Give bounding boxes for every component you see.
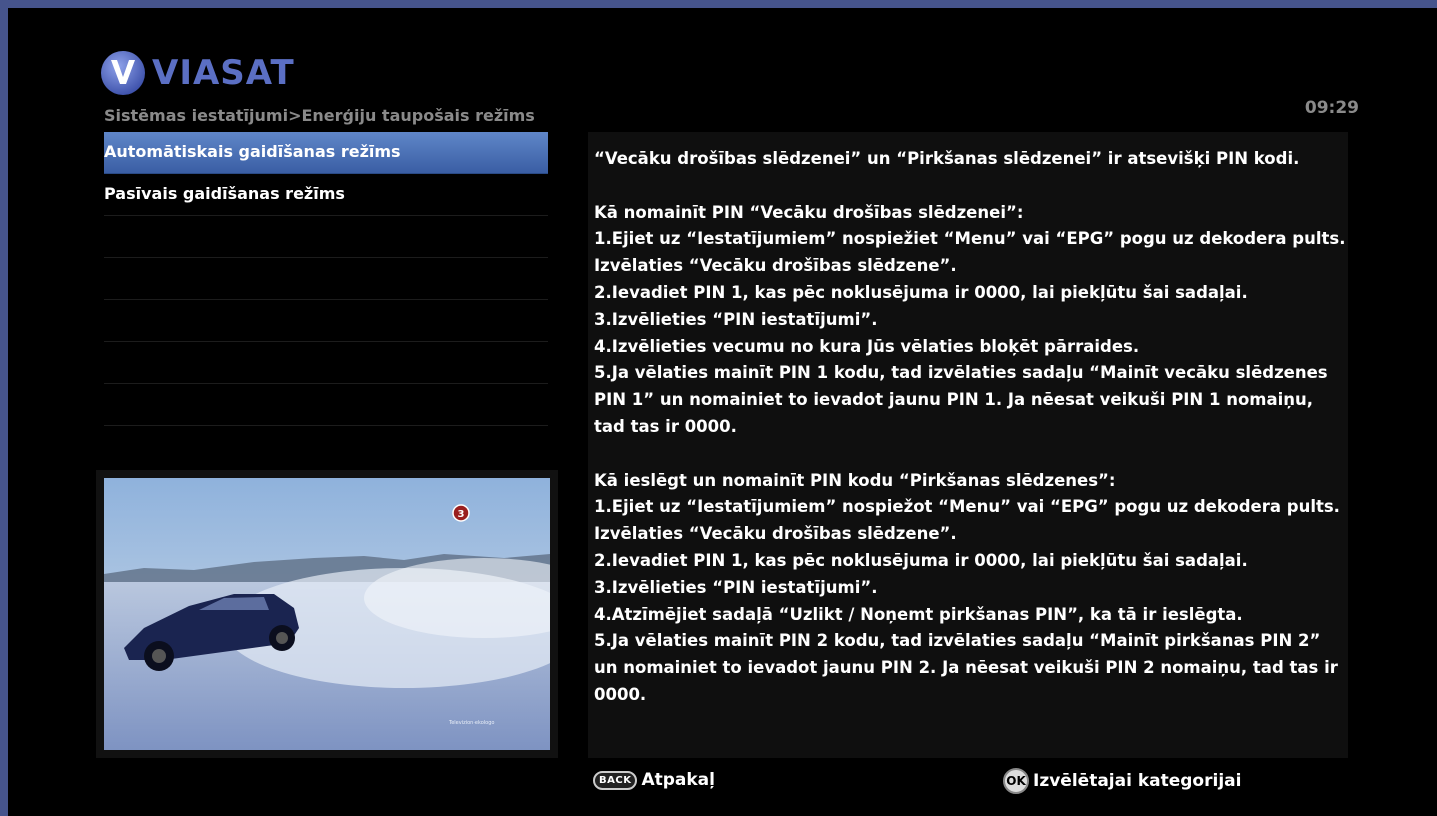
info-intro: “Vecāku drošības slēdzenei” un “Pirkšana… <box>594 149 1300 168</box>
channel-badge: 3 <box>458 509 465 520</box>
preview-watermark: Televizion·ekologo <box>448 720 494 726</box>
breadcrumb: Sistēmas iestatījumi>Enerģiju taupošais … <box>104 106 535 125</box>
menu-item-label: Pasīvais gaidīšanas režīms <box>104 184 345 203</box>
menu-item-passive-standby[interactable]: Pasīvais gaidīšanas režīms <box>104 174 548 216</box>
ok-label: Izvēlētajai kategorijai <box>1033 771 1242 791</box>
menu-item-empty <box>104 384 548 426</box>
video-preview: 3 Televizion·ekologo <box>96 470 558 758</box>
viasat-v-logo-icon <box>101 51 145 95</box>
settings-menu: Automātiskais gaidīšanas režīms Pasīvais… <box>104 132 548 468</box>
back-label: Atpakaļ <box>641 770 715 790</box>
menu-item-label: Automātiskais gaidīšanas režīms <box>104 142 401 161</box>
menu-item-auto-standby[interactable]: Automātiskais gaidīšanas režīms <box>104 132 548 174</box>
info-section-parental-pin: Kā nomainīt PIN “Vecāku drošības slēdzen… <box>594 202 1346 436</box>
ok-button[interactable]: OK Izvēlētajai kategorijai <box>1003 768 1241 794</box>
tv-screen: VIASAT Sistēmas iestatījumi>Enerģiju tau… <box>8 8 1437 816</box>
back-button[interactable]: BACK Atpakaļ <box>593 770 715 790</box>
info-panel: “Vecāku drošības slēdzenei” un “Pirkšana… <box>588 132 1348 758</box>
clock: 09:29 <box>1304 98 1359 118</box>
back-key-icon: BACK <box>593 770 638 790</box>
menu-item-empty <box>104 300 548 342</box>
preview-image: 3 Televizion·ekologo <box>104 478 550 750</box>
menu-item-empty <box>104 216 548 258</box>
ok-key-icon: OK <box>1003 768 1029 794</box>
menu-item-empty <box>104 258 548 300</box>
viasat-logo: VIASAT <box>100 48 295 98</box>
brand-name: VIASAT <box>152 53 295 93</box>
menu-item-empty <box>104 426 548 468</box>
menu-item-empty <box>104 342 548 384</box>
info-section-purchase-pin: Kā ieslēgt un nomainīt PIN kodu “Pirkšan… <box>594 470 1340 704</box>
